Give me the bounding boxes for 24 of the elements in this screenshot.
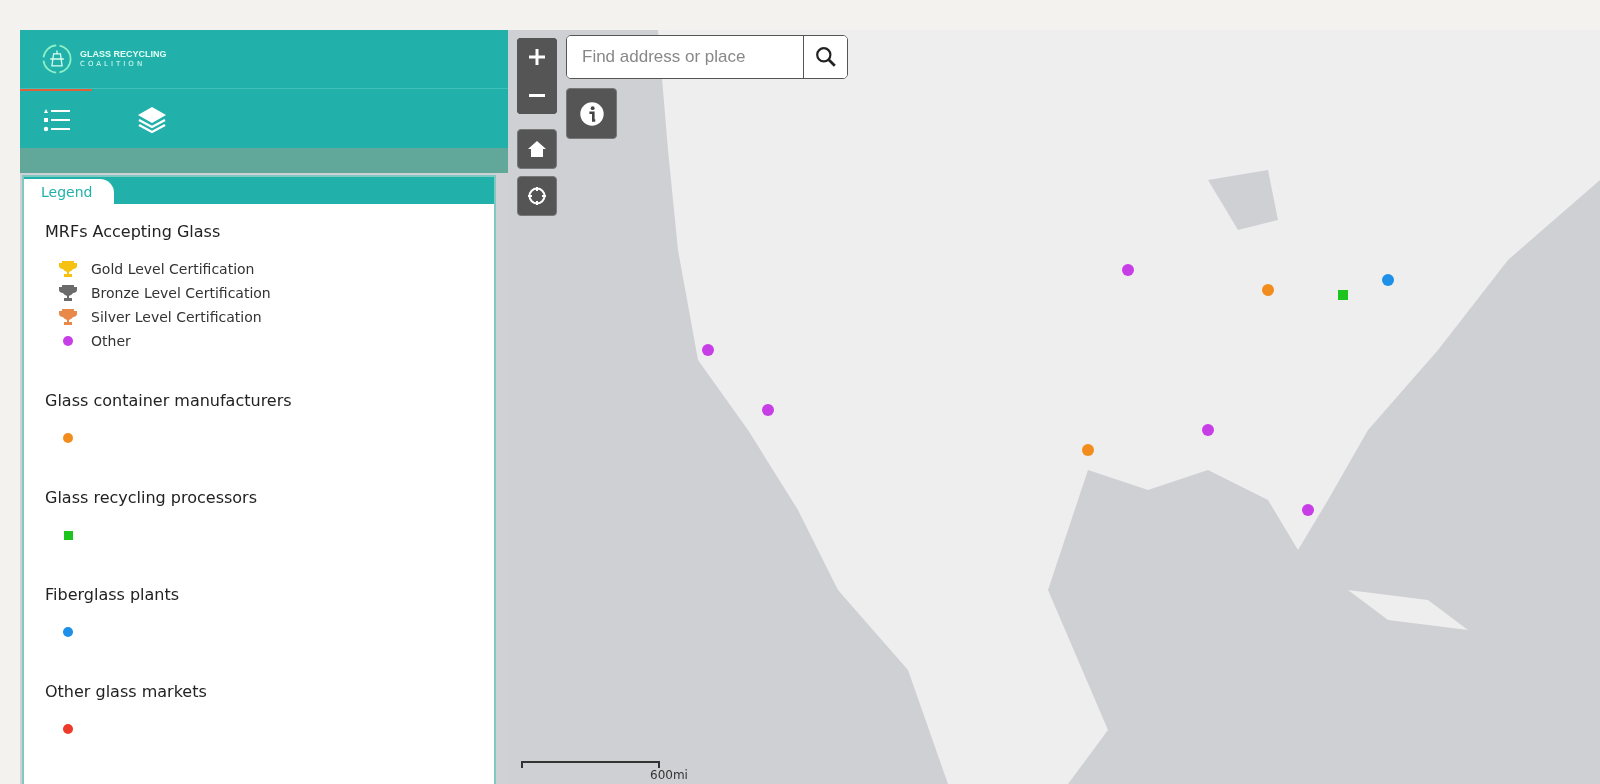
minus-icon	[527, 93, 547, 97]
home-button[interactable]	[517, 129, 557, 169]
search-field[interactable]: Find address or place	[566, 35, 848, 79]
legend-section-title: Glass container manufacturers	[45, 391, 293, 410]
info-icon	[578, 100, 605, 127]
legend-section-title: MRFs Accepting Glass	[45, 222, 222, 241]
locate-button[interactable]	[517, 176, 557, 216]
recycling-logo-icon	[40, 42, 74, 76]
legend-item-label: Other	[91, 333, 131, 349]
logo-title: GLASS RECYCLING	[80, 50, 167, 59]
info-button[interactable]	[566, 88, 617, 139]
legend-section-title: Glass recycling processors	[45, 488, 258, 507]
search-button[interactable]	[803, 36, 847, 78]
legend-tab[interactable]: Legend	[24, 179, 115, 204]
crosshair-icon	[527, 186, 547, 206]
scale-label: 600mi	[650, 768, 688, 782]
search-icon	[814, 46, 837, 68]
home-icon	[527, 139, 547, 159]
legend-item-label: Silver Level Certification	[91, 309, 262, 325]
legend-item-label: Bronze Level Certification	[91, 285, 271, 301]
legend-item-label: Gold Level Certification	[91, 261, 255, 277]
plus-icon	[527, 47, 547, 67]
legend-section-title: Fiberglass plants	[45, 585, 181, 604]
legend-section-title: Other glass markets	[45, 682, 208, 701]
